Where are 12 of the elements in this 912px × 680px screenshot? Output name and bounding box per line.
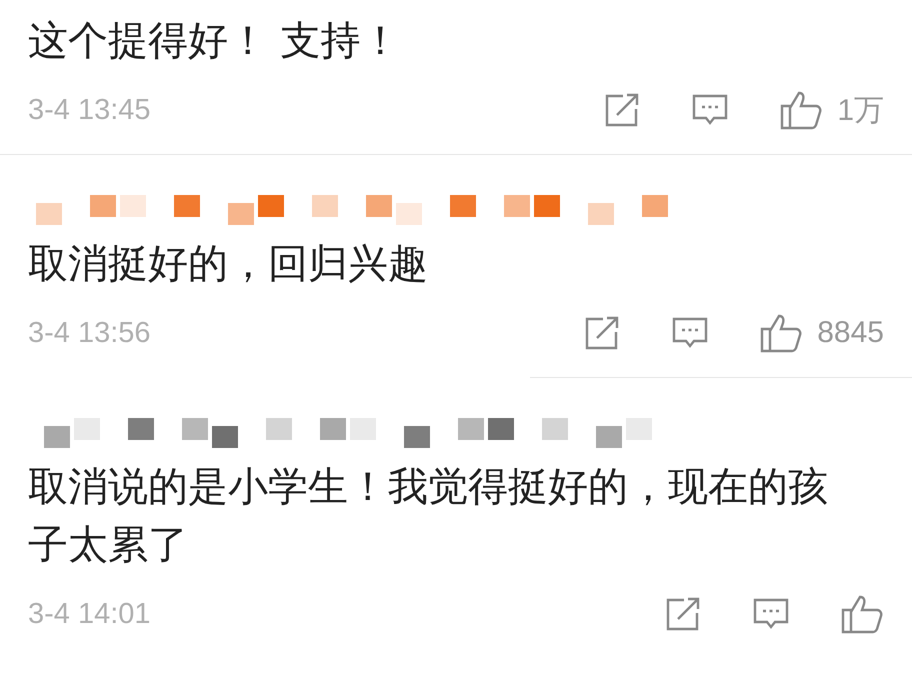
comment-text: 取消挺好的，回归兴趣	[28, 240, 429, 289]
like-count: 8845	[817, 316, 884, 350]
comment-text: 这个提得好！ 支持！	[28, 17, 402, 66]
share-icon[interactable]	[664, 595, 702, 633]
thumbs-up-icon[interactable]	[759, 312, 804, 354]
thumbs-up-icon[interactable]	[840, 593, 884, 635]
comment-text: 取消说的是小学生！我觉得挺好的，现在的孩子太累了	[28, 463, 829, 570]
comment-time: 3-4 14:01	[28, 598, 151, 630]
comment-time: 3-4 13:45	[28, 94, 151, 126]
like-count: 1万	[837, 92, 884, 128]
comment-time: 3-4 13:56	[28, 316, 151, 350]
thumbs-up-icon[interactable]	[779, 89, 824, 131]
